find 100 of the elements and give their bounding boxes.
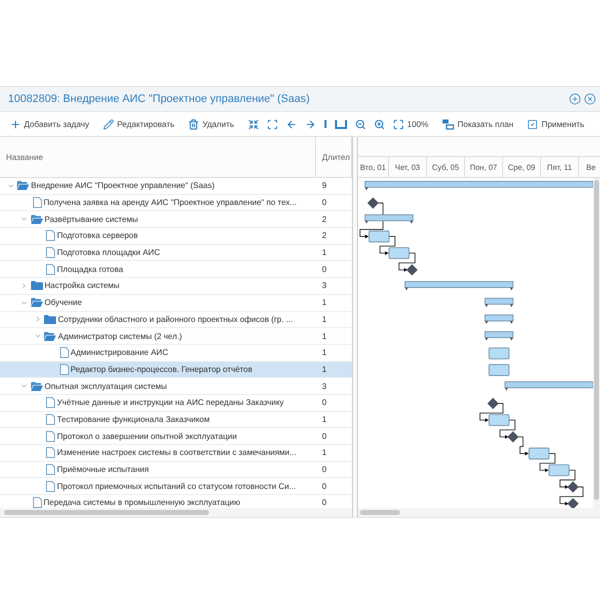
summary-bar[interactable] <box>364 180 593 190</box>
task-name: Опытная эксплуатация системы <box>44 382 167 391</box>
task-name: Учётные данные и инструкции на АИС переданы Заказчику <box>57 398 284 408</box>
column-header[interactable]: Название <box>0 137 316 177</box>
task-duration: 0 <box>321 198 328 208</box>
open-folder-icon <box>44 332 56 341</box>
task-name: Внедрение АИС "Проектное управление" (Saas) <box>31 181 215 190</box>
task-row[interactable]: Изменение настроек системы в соответствии с замечаниями... 1 <box>0 445 352 462</box>
maximize-icon[interactable] <box>569 93 581 105</box>
task-duration: 1 <box>321 314 328 324</box>
range-button[interactable] <box>333 120 350 128</box>
task-row[interactable]: Внедрение АИС "Проектное управление" (Saas) 9 <box>0 178 352 195</box>
task-bar[interactable] <box>368 230 390 242</box>
open-folder-icon <box>17 181 29 190</box>
task-name: Передача системы в промышленную эксплуатацию <box>44 498 240 508</box>
plan-icon <box>442 118 454 130</box>
arrow-left-icon <box>286 118 298 130</box>
summary-bar[interactable] <box>484 314 514 324</box>
delete-button[interactable]: Удалить <box>186 118 236 130</box>
task-name: Изменение настроек системы в соответствии с замечаниями... <box>57 448 296 458</box>
summary-bar[interactable] <box>504 381 593 391</box>
task-bar[interactable] <box>388 247 410 260</box>
task-name: Подготовка серверов <box>57 231 138 240</box>
document-icon <box>46 464 55 476</box>
document-icon <box>46 264 55 275</box>
summary-bar[interactable] <box>364 214 414 224</box>
task-row[interactable]: Получена заявка на аренду АИС "Проектное управление" по тех... 0 <box>0 194 352 212</box>
document-icon <box>60 347 68 358</box>
summary-bar[interactable] <box>484 298 514 308</box>
task-row[interactable]: Протокол о завершении опытной эксплуатации 0 <box>0 428 352 445</box>
task-duration: 0 <box>321 432 328 441</box>
task-name: Настройка системы <box>44 281 120 290</box>
open-folder-icon <box>30 382 42 391</box>
document-icon <box>46 480 55 492</box>
horizontal-scrollbar[interactable] <box>358 508 600 517</box>
task-name: Администратор системы (2 чел.) <box>58 332 182 341</box>
task-duration: 1 <box>321 414 328 424</box>
task-name: Площадка готова <box>57 264 124 274</box>
task-bar[interactable] <box>488 364 510 376</box>
apply-button[interactable]: Применить <box>525 118 586 130</box>
close-icon[interactable] <box>584 93 596 105</box>
vertical-scrollbar[interactable] <box>593 178 600 508</box>
task-row[interactable]: Площадка готова 0 <box>0 261 352 278</box>
window-title: 10082809: Внедрение АИС "Проектное управление" (Saas) <box>8 93 310 105</box>
fit-button[interactable]: 100% <box>391 118 430 130</box>
column-header[interactable]: Длител <box>316 137 352 177</box>
milestone-diamond[interactable] <box>367 197 379 209</box>
task-bar[interactable] <box>488 347 510 360</box>
task-row[interactable]: Подготовка серверов 2 <box>0 228 352 245</box>
task-row[interactable]: Настройка системы 3 <box>0 278 352 295</box>
task-bar[interactable] <box>488 414 510 426</box>
task-name: Редактор бизнес-процессов. Генератор отчётов <box>70 364 252 374</box>
chevron-right-icon[interactable] <box>20 282 28 290</box>
pencil-icon <box>103 118 114 130</box>
task-name: Подготовка площадки АИС <box>57 248 160 258</box>
document-icon <box>46 230 55 242</box>
document-icon <box>46 430 55 442</box>
document-icon <box>32 497 42 508</box>
document-icon <box>60 364 68 375</box>
task-name: Администрирование АИС <box>70 348 168 358</box>
today-button[interactable] <box>322 119 330 129</box>
task-duration: 1 <box>321 332 328 341</box>
document-icon <box>46 247 55 258</box>
task-row[interactable]: Тестирование функционала Заказчиком 1 <box>0 412 352 428</box>
task-duration: 0 <box>321 498 328 508</box>
task-duration: 1 <box>321 298 328 308</box>
task-duration: 1 <box>321 348 328 358</box>
document-icon <box>46 397 55 408</box>
task-name: Тестирование функционала Заказчиком <box>57 414 210 424</box>
task-bar[interactable] <box>548 464 570 476</box>
document-icon <box>32 197 42 208</box>
task-duration: 3 <box>321 382 328 391</box>
plan-button[interactable]: Показать план <box>440 118 516 130</box>
task-duration: 9 <box>321 181 328 190</box>
add-button[interactable]: Добавить задачу <box>8 118 92 130</box>
plus-icon <box>10 118 21 130</box>
bracket-icon <box>335 120 348 128</box>
task-row[interactable]: Подготовка площадки АИС 1 <box>0 244 352 262</box>
milestone-diamond[interactable] <box>487 398 499 410</box>
task-name: Приёмочные испытания <box>57 465 149 474</box>
task-row[interactable]: Приёмочные испытания 0 <box>0 462 352 478</box>
milestone-diamond[interactable] <box>406 264 418 276</box>
expand-icon <box>267 118 278 130</box>
milestone-diamond[interactable] <box>507 431 519 442</box>
summary-bar[interactable] <box>484 331 514 341</box>
zoom-out-icon <box>355 118 366 130</box>
zoom-in-icon <box>374 118 386 130</box>
task-row[interactable]: Сотрудники областного и районного проектных офисов (гр. ... 1 <box>0 312 352 328</box>
folder-icon <box>44 314 56 324</box>
fit-icon <box>393 118 404 130</box>
milestone-diamond[interactable] <box>567 481 579 493</box>
task-duration: 0 <box>321 465 328 474</box>
task-duration: 0 <box>321 482 328 491</box>
task-row[interactable]: Редактор бизнес-процессов. Генератор отчётов 1 <box>0 362 352 378</box>
checkbox-icon <box>527 118 538 130</box>
document-icon <box>46 414 55 425</box>
dependency-arrow <box>398 252 416 272</box>
edit-button[interactable]: Редактировать <box>101 118 176 130</box>
task-bar[interactable] <box>528 448 550 460</box>
horizontal-scrollbar[interactable] <box>0 508 352 517</box>
